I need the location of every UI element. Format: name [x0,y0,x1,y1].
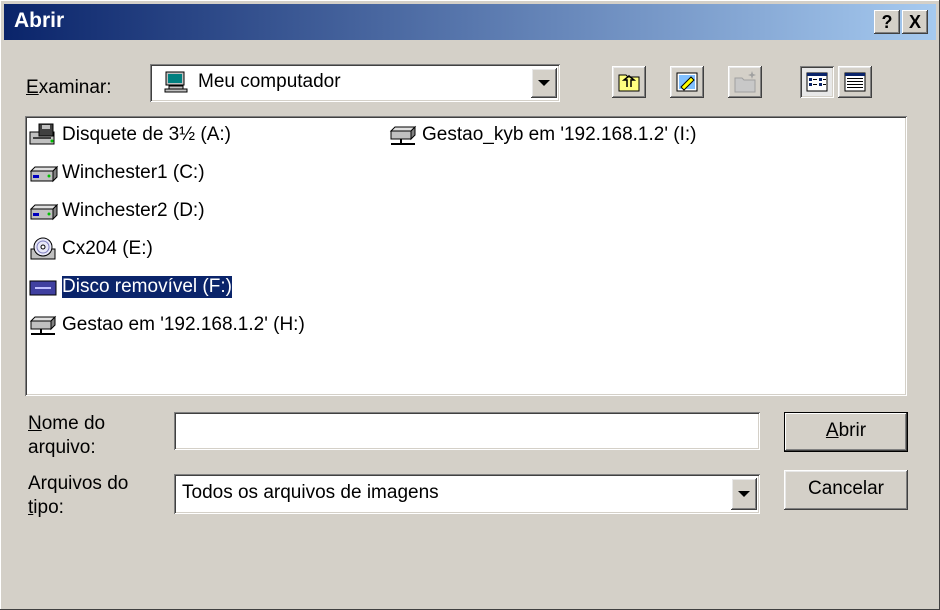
new-folder-icon [734,71,756,93]
list-view-button[interactable] [800,66,834,98]
list-view-icon [806,72,828,92]
title-bar[interactable]: Abrir ? X [4,4,936,40]
file-item-label: Gestao em '192.168.1.2' (H:) [62,314,305,335]
list-item[interactable]: Gestao_kyb em '192.168.1.2' (I:) [389,122,696,148]
file-item-label: Gestao_kyb em '192.168.1.2' (I:) [422,124,697,145]
hard-drive-icon [29,161,59,185]
list-item[interactable]: Cx204 (E:) [29,236,153,262]
file-item-label: Winchester1 (C:) [62,162,205,183]
list-item[interactable]: Winchester1 (C:) [29,160,205,186]
removable-drive-icon [29,275,59,299]
cancel-button[interactable]: Cancelar [784,470,908,510]
up-one-level-button[interactable] [612,66,646,98]
file-item-label: Cx204 (E:) [62,238,153,259]
file-type-label: Arquivos do tipo: [28,473,129,518]
chevron-down-icon [738,491,750,497]
go-to-desktop-button[interactable] [670,66,704,98]
file-type-dropdown-button[interactable] [731,478,757,510]
file-item-label: Disco removível (F:) [61,275,233,299]
details-view-button[interactable] [838,66,872,98]
chevron-down-icon [538,80,550,86]
look-in-combo[interactable]: Meu computador [150,64,560,102]
floppy-drive-icon [29,123,59,147]
file-list[interactable]: Disquete de 3½ (A:) Winchester1 (C:) Win… [25,116,907,396]
look-in-value: Meu computador [198,71,341,92]
open-button[interactable]: Abrir [784,412,908,452]
close-button[interactable]: X [902,10,928,34]
hard-drive-icon [29,199,59,223]
list-item-selected[interactable]: Disco removível (F:) [29,274,233,300]
look-in-dropdown-button[interactable] [531,68,557,98]
file-type-value: Todos os arquivos de imagens [182,482,439,503]
file-name-input[interactable] [174,412,760,450]
list-item[interactable]: Disquete de 3½ (A:) [29,122,231,148]
help-button[interactable]: ? [874,10,900,34]
up-folder-icon [618,74,640,92]
new-folder-button[interactable] [728,66,762,98]
look-in-label: Examinar: [26,77,112,98]
file-item-label: Disquete de 3½ (A:) [62,124,231,145]
file-name-label: Nome do arquivo: [28,413,106,458]
network-drive-icon [29,313,59,337]
dialog-title: Abrir [14,9,65,32]
cd-drive-icon [29,237,59,261]
file-type-combo[interactable]: Todos os arquivos de imagens [174,474,760,514]
file-item-label: Winchester2 (D:) [62,200,205,221]
my-computer-icon [164,71,190,93]
network-drive-icon [389,123,419,147]
list-item[interactable]: Gestao em '192.168.1.2' (H:) [29,312,305,338]
list-item[interactable]: Winchester2 (D:) [29,198,205,224]
open-dialog: Abrir ? X Examinar: Meu computador Disqu… [0,0,940,610]
desktop-icon [676,72,698,92]
details-view-icon [844,72,866,92]
